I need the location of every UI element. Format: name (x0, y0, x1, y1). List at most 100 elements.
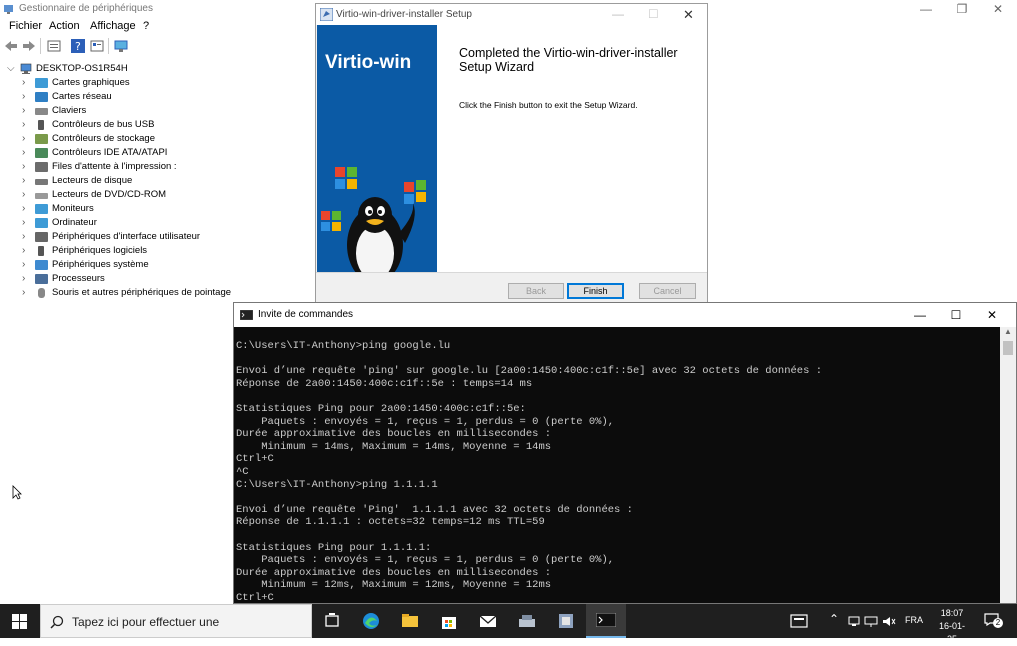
network-icon[interactable] (848, 616, 860, 627)
tree-item-disque[interactable]: › Lecteurs de disque (0, 174, 320, 188)
chevron-right-icon[interactable]: › (22, 245, 25, 256)
chevron-right-icon[interactable]: › (22, 287, 25, 298)
installer-title: Virtio-win-driver-installer Setup (336, 9, 472, 20)
tree-item-label: Lecteurs de DVD/CD-ROM (52, 189, 167, 200)
tree-item-stockage[interactable]: › Contrôleurs de stockage (0, 132, 320, 146)
console-line: Réponse de 2a00:1450:400c:c1f::5e : temp… (236, 377, 533, 390)
chevron-down-icon[interactable]: ⌵ (7, 63, 15, 74)
menu-help[interactable]: ? (143, 20, 149, 32)
chevron-right-icon[interactable]: › (22, 119, 25, 130)
close-button[interactable]: ✕ (980, 1, 1016, 17)
console-line: Statistiques Ping pour 1.1.1.1: (236, 541, 432, 554)
properties-icon[interactable] (47, 39, 61, 53)
minimize-button[interactable]: — (902, 306, 938, 324)
console-line: C:\Users\IT-Anthony>ping google.lu (236, 340, 451, 352)
menu-fichier[interactable]: Fichier (9, 20, 42, 32)
tree-item-cartes-reseau[interactable]: › Cartes réseau (0, 90, 320, 104)
console-line: Durée approximative des boucles en milli… (236, 428, 552, 441)
device-manager-taskbar-icon[interactable] (517, 611, 537, 631)
tree-item-processeurs[interactable]: › Processeurs (0, 272, 320, 286)
speaker-muted-icon[interactable] (882, 616, 896, 627)
tree-item-label: Contrôleurs de stockage (52, 133, 155, 144)
tree-root[interactable]: ⌵ DESKTOP-OS1R54H (0, 62, 320, 76)
menu-action[interactable]: Action (49, 20, 80, 32)
chevron-right-icon[interactable]: › (22, 175, 25, 186)
maximize-button[interactable]: ☐ (938, 306, 974, 324)
restore-button[interactable]: ❐ (944, 1, 980, 17)
chevron-right-icon[interactable]: › (22, 189, 25, 200)
console-line: Réponse de 1.1.1.1 : octets=32 temps=12 … (236, 516, 545, 529)
chevron-right-icon[interactable]: › (22, 259, 25, 270)
tree-item-cartes-graphiques[interactable]: › Cartes graphiques (0, 76, 320, 90)
search-box[interactable]: Tapez ici pour effectuer une (40, 604, 312, 638)
tree-item-dvd[interactable]: › Lecteurs de DVD/CD-ROM (0, 188, 320, 202)
cancel-button[interactable]: Cancel (639, 283, 696, 299)
chevron-right-icon[interactable]: › (22, 147, 25, 158)
language-indicator[interactable]: FRA (905, 615, 923, 625)
scan-hardware-icon[interactable] (114, 39, 128, 53)
windows-start-icon[interactable] (12, 614, 27, 629)
help-icon[interactable]: ? (71, 39, 85, 53)
back-button[interactable]: Back (508, 283, 564, 299)
processor-icon (35, 274, 48, 284)
console-line: Envoi d’une requête 'Ping' 1.1.1.1 avec … (236, 503, 633, 516)
console-line: Paquets : envoyés = 1, reçus = 1, perdus… (236, 415, 615, 428)
tree-item-hid[interactable]: › Périphériques d'interface utilisateur (0, 230, 320, 244)
toolbar: ? (0, 36, 320, 58)
console-output[interactable]: C:\Users\IT-Anthony>ping google.lu Envoi … (236, 327, 1000, 603)
chevron-up-icon[interactable]: ⌃ (829, 612, 839, 626)
menu-affichage[interactable]: Affichage (90, 20, 136, 32)
scrollbar-thumb[interactable] (1003, 341, 1013, 355)
forward-arrow-icon[interactable] (22, 39, 36, 53)
scroll-up-icon[interactable]: ▲ (1004, 327, 1012, 336)
taskbar-window-icon[interactable] (790, 614, 808, 628)
task-view-icon[interactable] (322, 611, 342, 631)
minimize-button[interactable]: — (612, 7, 624, 21)
network-adapter-icon (35, 92, 48, 102)
installer-titlebar: Virtio-win-driver-installer Setup — ☐ ✕ (316, 4, 707, 25)
mail-icon[interactable] (478, 611, 498, 631)
edge-browser-icon[interactable] (361, 611, 381, 631)
tree-item-souris[interactable]: › Souris et autres périphériques de point… (0, 286, 320, 300)
tree-item-usb[interactable]: › Contrôleurs de bus USB (0, 118, 320, 132)
tree-item-logiciels[interactable]: › Périphériques logiciels (0, 244, 320, 258)
file-explorer-icon[interactable] (400, 611, 420, 631)
close-button[interactable]: ✕ (683, 7, 694, 23)
ethernet-icon[interactable] (864, 616, 878, 627)
installer-taskbar-icon[interactable] (556, 611, 576, 631)
chevron-right-icon[interactable]: › (22, 133, 25, 144)
chevron-right-icon[interactable]: › (22, 91, 25, 102)
chevron-right-icon[interactable]: › (22, 217, 25, 228)
finish-button[interactable]: Finish (567, 283, 624, 299)
chevron-right-icon[interactable]: › (22, 203, 25, 214)
tree-item-moniteurs[interactable]: › Moniteurs (0, 202, 320, 216)
tree-item-claviers[interactable]: › Claviers (0, 104, 320, 118)
store-icon[interactable] (439, 611, 459, 631)
maximize-button: ☐ (648, 7, 659, 21)
tree-item-label: Souris et autres périphériques de pointa… (52, 287, 232, 298)
notification-center-button[interactable]: 2 (984, 612, 1004, 630)
computer-name: DESKTOP-OS1R54H (36, 63, 128, 74)
console-line: Paquets : envoyés = 1, reçus = 1, perdus… (236, 554, 615, 567)
tree-item-label: Contrôleurs de bus USB (52, 119, 155, 130)
tree-item-ordinateur[interactable]: › Ordinateur (0, 216, 320, 230)
clock[interactable]: 18:07 16-01-25 (934, 607, 970, 646)
close-button[interactable]: ✕ (974, 306, 1010, 324)
cmd-taskbar-button[interactable] (586, 604, 626, 638)
tux-penguin-logo (321, 167, 426, 272)
minimize-button[interactable]: — (908, 1, 944, 17)
brand-text: Virtio-win (325, 52, 412, 73)
clock-date: 16-01-25 (938, 621, 965, 644)
chevron-right-icon[interactable]: › (22, 105, 25, 116)
back-arrow-icon[interactable] (4, 39, 18, 53)
tree-item-impression[interactable]: › Files d'attente à l'impression : (0, 160, 320, 174)
view-icon[interactable] (90, 39, 104, 53)
scrollbar[interactable]: ▲ (1000, 327, 1016, 603)
chevron-right-icon[interactable]: › (22, 77, 25, 88)
chevron-right-icon[interactable]: › (22, 161, 25, 172)
installer-content: Completed the Virtio-win-driver-installe… (437, 25, 707, 272)
tree-item-ide[interactable]: › Contrôleurs IDE ATA/ATAPI (0, 146, 320, 160)
chevron-right-icon[interactable]: › (22, 273, 25, 284)
tree-item-systeme[interactable]: › Périphériques système (0, 258, 320, 272)
chevron-right-icon[interactable]: › (22, 231, 25, 242)
